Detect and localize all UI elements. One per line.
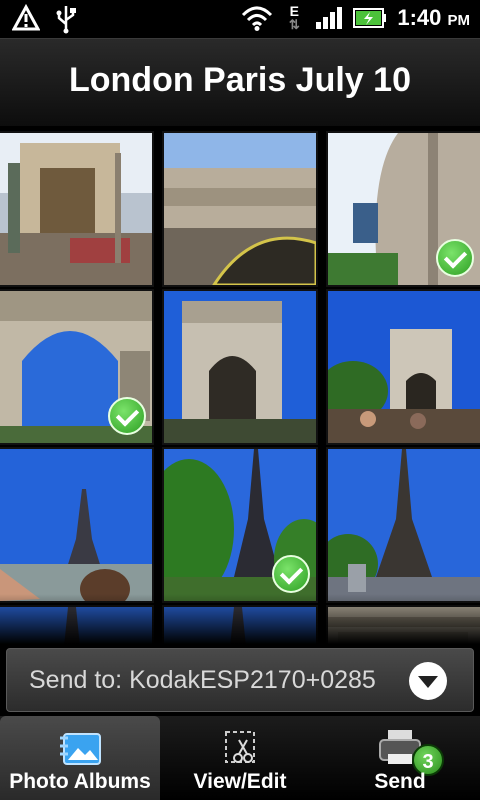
signal-icon <box>316 7 343 29</box>
photo-arch-trees <box>328 291 480 443</box>
photo-thumbnail[interactable] <box>164 291 316 443</box>
photo-arch-top <box>164 133 316 285</box>
photo-thumbnail[interactable] <box>164 449 316 601</box>
usb-icon <box>56 6 76 34</box>
chevron-down-icon[interactable] <box>409 662 447 700</box>
crop-scissors-icon <box>225 731 255 763</box>
status-bar: E ⇅ 1:40 PM <box>0 0 480 38</box>
clock: 1:40 PM <box>397 5 470 31</box>
tab-label: View/Edit <box>193 770 287 793</box>
photo-eiffel-partial <box>0 607 152 644</box>
photo-albums-icon <box>60 733 101 765</box>
photo-eiffel-water <box>0 449 152 601</box>
photo-thumbnail[interactable] <box>328 133 480 285</box>
tab-label: Send <box>374 770 426 793</box>
photo-street <box>0 133 152 285</box>
send-to-label: Send to: KodakESP2170+0285 <box>29 666 376 694</box>
photo-building-partial <box>328 607 480 644</box>
photo-thumbnail[interactable] <box>0 133 152 285</box>
bottom-tab-bar: Photo Albums View/Edit 3 Send <box>0 716 480 800</box>
tab-send[interactable]: 3 Send <box>320 716 480 800</box>
photo-thumbnail[interactable] <box>328 291 480 443</box>
photo-grid[interactable] <box>0 126 480 644</box>
album-title: London Paris July 10 <box>69 61 411 99</box>
wifi-icon <box>242 6 273 31</box>
photo-thumbnail[interactable] <box>164 133 316 285</box>
tab-label: Photo Albums <box>9 770 151 793</box>
photo-eiffel-partial <box>164 607 316 644</box>
tab-view-edit[interactable]: View/Edit <box>160 716 320 800</box>
photo-thumbnail[interactable] <box>0 607 152 644</box>
clock-ampm: PM <box>447 12 471 29</box>
photo-eiffel-fountain <box>328 449 480 601</box>
warning-icon <box>12 4 40 31</box>
selected-check-icon <box>108 397 146 435</box>
clock-time: 1:40 <box>397 5 442 30</box>
selected-check-icon <box>436 239 474 277</box>
photo-arch-front <box>164 291 316 443</box>
photo-thumbnail[interactable] <box>0 449 152 601</box>
photo-thumbnail[interactable] <box>0 291 152 443</box>
photo-thumbnail[interactable] <box>328 449 480 601</box>
selected-check-icon <box>272 555 310 593</box>
data-arrows-icon: ⇅ <box>288 17 300 32</box>
tab-photo-albums[interactable]: Photo Albums <box>0 716 160 800</box>
photo-thumbnail[interactable] <box>328 607 480 644</box>
photo-thumbnail[interactable] <box>164 607 316 644</box>
network-type: E <box>289 3 299 19</box>
title-bar: London Paris July 10 <box>0 38 480 126</box>
network-type-indicator: E ⇅ <box>283 4 305 32</box>
send-to-selector[interactable]: Send to: KodakESP2170+0285 <box>6 648 474 712</box>
battery-charging-icon <box>353 8 387 28</box>
